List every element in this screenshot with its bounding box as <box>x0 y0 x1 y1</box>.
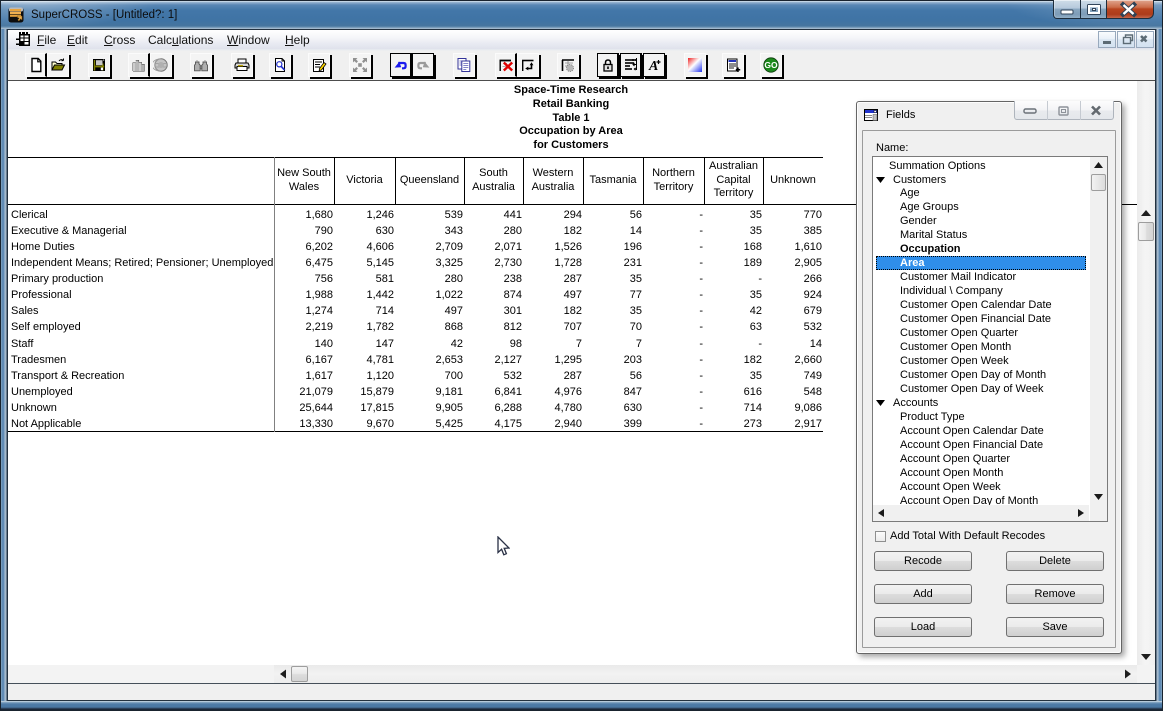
svg-text:GO: GO <box>764 60 778 70</box>
svg-text:A: A <box>648 59 658 73</box>
